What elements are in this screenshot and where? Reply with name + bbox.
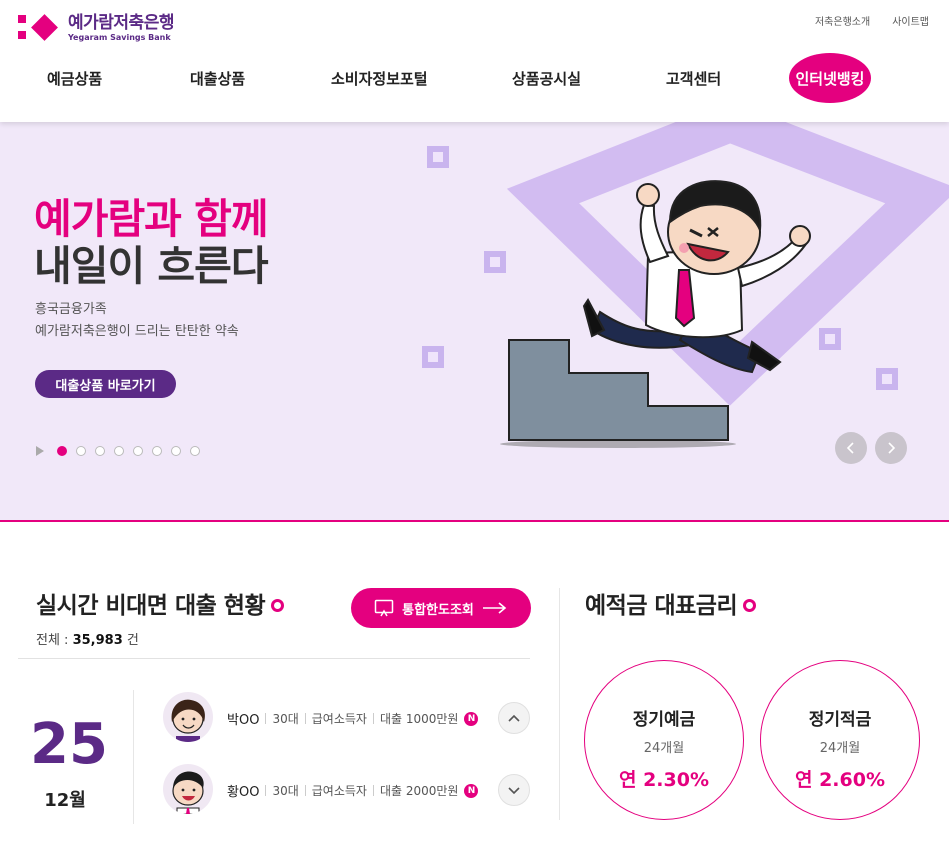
rate-product-name: 정기예금 bbox=[632, 710, 696, 730]
slide-dot-7[interactable] bbox=[171, 446, 181, 456]
nav-customer-center[interactable]: 고객센터 bbox=[666, 68, 721, 89]
next-slide-button[interactable] bbox=[875, 432, 907, 464]
loan-amount: 대출 1000만원 bbox=[379, 712, 459, 726]
scroll-down-button[interactable] bbox=[498, 774, 530, 806]
female-avatar bbox=[163, 692, 213, 742]
borrower-age: 30대 bbox=[272, 784, 299, 798]
nav-consumer-portal[interactable]: 소비자정보포털 bbox=[331, 68, 428, 89]
loan-status-title: 실시간 비대면 대출 현황 bbox=[36, 586, 285, 620]
hero-banner: 예가람과 함께 내일이 흐른다 흥국금융가족 예가람저축은행이 드리는 탄탄한 … bbox=[0, 122, 949, 522]
loan-info: 황OO 30대 급여소득자 대출 2000만원 N bbox=[227, 781, 479, 800]
slide-dot-3[interactable] bbox=[95, 446, 105, 456]
hero-subtitle-line2: 예가람저축은행이 드리는 탄탄한 약속 bbox=[35, 324, 239, 339]
slide-dot-6[interactable] bbox=[152, 446, 162, 456]
logo-text: 예가람저축은행 Yegaram Savings Bank bbox=[68, 12, 174, 43]
main-nav: 예금상품 대출상품 소비자정보포털 상품공시실 고객센터 인터넷뱅킹 bbox=[0, 53, 949, 103]
rate-card-deposit[interactable]: 정기예금 24개월 연 2.30% bbox=[584, 660, 744, 820]
date-day: 25 bbox=[30, 712, 108, 777]
slide-dot-5[interactable] bbox=[133, 446, 143, 456]
new-badge: N bbox=[464, 783, 479, 798]
logo-name-en: Yegaram Savings Bank bbox=[68, 32, 171, 42]
loan-total: 전체 : 35,983 건 bbox=[36, 629, 139, 648]
chevron-left-icon bbox=[846, 442, 854, 454]
chevron-right-icon bbox=[888, 442, 896, 454]
total-unit: 건 bbox=[122, 633, 139, 648]
utility-links: 저축은행소개 사이트맵 bbox=[815, 13, 929, 28]
hero-illustration bbox=[422, 122, 949, 448]
logo[interactable]: 예가람저축은행 Yegaram Savings Bank bbox=[18, 12, 174, 44]
nav-internet-banking[interactable]: 인터넷뱅킹 bbox=[789, 53, 871, 103]
slide-dot-8[interactable] bbox=[190, 446, 200, 456]
title-dot-icon bbox=[743, 599, 757, 612]
nav-loan[interactable]: 대출상품 bbox=[190, 68, 245, 89]
borrower-name: 황OO bbox=[227, 785, 260, 800]
nav-deposit[interactable]: 예금상품 bbox=[47, 68, 102, 89]
rate-card-savings[interactable]: 정기적금 24개월 연 2.60% bbox=[760, 660, 920, 820]
rate-value: 연 2.30% bbox=[618, 769, 709, 791]
hero-title-line2: 내일이 흐른다 bbox=[34, 242, 269, 290]
chevron-up-icon bbox=[508, 714, 520, 722]
rate-product-name: 정기적금 bbox=[808, 710, 872, 730]
rates-title: 예적금 대표금리 bbox=[585, 586, 757, 620]
total-count: 35,983 bbox=[72, 633, 123, 648]
date-divider bbox=[133, 690, 134, 824]
util-link-sitemap[interactable]: 사이트맵 bbox=[892, 13, 929, 28]
rates-title-text: 예적금 대표금리 bbox=[585, 593, 738, 619]
rate-term: 24개월 bbox=[819, 741, 861, 756]
column-divider bbox=[559, 588, 560, 820]
new-badge: N bbox=[464, 711, 479, 726]
loan-row: 박OO 30대 급여소득자 대출 1000만원 N bbox=[163, 692, 533, 742]
slide-dot-1[interactable] bbox=[57, 446, 67, 456]
arrow-right-icon bbox=[482, 602, 507, 614]
header: 예가람저축은행 Yegaram Savings Bank 저축은행소개 사이트맵… bbox=[0, 0, 949, 122]
borrower-job: 급여소득자 bbox=[311, 784, 367, 798]
slide-indicator bbox=[36, 446, 200, 456]
total-label: 전체 : bbox=[36, 633, 73, 648]
loan-row: 황OO 30대 급여소득자 대출 2000만원 N bbox=[163, 764, 533, 814]
loan-products-button[interactable]: 대출상품 바로가기 bbox=[35, 370, 176, 398]
date-month: 12월 bbox=[44, 790, 86, 811]
logo-name-kr: 예가람저축은행 bbox=[68, 12, 174, 33]
title-dot-icon bbox=[271, 599, 285, 612]
page: 예가람저축은행 Yegaram Savings Bank 저축은행소개 사이트맵… bbox=[0, 0, 949, 845]
hero-subtitle-line1: 흥국금융가족 bbox=[35, 302, 107, 317]
borrower-name: 박OO bbox=[227, 713, 260, 728]
chevron-down-icon bbox=[508, 787, 520, 795]
borrower-age: 30대 bbox=[272, 712, 299, 726]
borrower-job: 급여소득자 bbox=[311, 712, 367, 726]
prev-slide-button[interactable] bbox=[835, 432, 867, 464]
loan-status-title-text: 실시간 비대면 대출 현황 bbox=[36, 593, 266, 619]
logo-mark-icon bbox=[18, 12, 60, 44]
male-avatar bbox=[163, 764, 213, 814]
play-icon[interactable] bbox=[36, 446, 44, 456]
scroll-up-button[interactable] bbox=[498, 702, 530, 734]
nav-disclosure[interactable]: 상품공시실 bbox=[512, 68, 581, 89]
rate-value: 연 2.60% bbox=[794, 769, 885, 791]
integrated-limit-button[interactable]: 통합한도조회 bbox=[351, 588, 531, 628]
monitor-icon bbox=[374, 599, 394, 617]
util-link-about[interactable]: 저축은행소개 bbox=[815, 13, 870, 28]
slide-dot-2[interactable] bbox=[76, 446, 86, 456]
loan-info: 박OO 30대 급여소득자 대출 1000만원 N bbox=[227, 709, 479, 728]
loan-amount: 대출 2000만원 bbox=[379, 784, 459, 798]
rate-term: 24개월 bbox=[643, 741, 685, 756]
integrated-limit-label: 통합한도조회 bbox=[402, 602, 474, 618]
section-divider bbox=[18, 658, 530, 659]
slide-dot-4[interactable] bbox=[114, 446, 124, 456]
